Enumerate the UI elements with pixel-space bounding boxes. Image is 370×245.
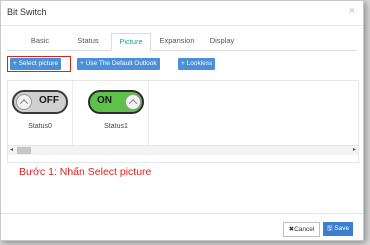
cancel-button[interactable]: ✖Cancel [283,222,320,237]
toggle-text: ON [97,95,112,106]
toggle-off-image: OFF [12,90,68,114]
save-button[interactable]: 🖫 Save [323,222,353,236]
status-label: Status0 [28,123,52,130]
knob-icon [125,94,141,110]
instruction-text: Bước 1: Nhấn Select picture [19,166,152,178]
close-icon[interactable]: × [349,5,355,17]
dialog-footer: ✖Cancel 🖫 Save [1,213,363,241]
toggle-text: OFF [39,95,59,106]
scroll-right-icon[interactable]: ▸ [353,146,356,155]
tab-display[interactable]: Display [207,33,237,49]
knob-icon [16,94,32,110]
select-picture-button[interactable]: + Select picture [10,58,61,70]
status-label: Status1 [104,123,128,130]
tab-basic[interactable]: Basic [25,33,55,49]
scroll-thumb[interactable] [17,147,31,154]
title-bar: Bit Switch × [1,1,363,26]
picture-preview-area: OFF Status0 ON Status1 ◂ ▸ [7,80,359,163]
status-cell[interactable]: ON Status1 [84,81,149,145]
dialog-title: Bit Switch [7,7,47,17]
lookless-button[interactable]: + Lookless [178,58,216,70]
use-default-outlook-button[interactable]: + Use The Default Outlook [77,58,160,70]
tab-expansion[interactable]: Expansion [157,33,197,49]
toggle-on-image: ON [88,90,144,114]
tab-picture[interactable]: Picture [111,33,151,51]
tab-bar: Basic Status Picture Expansion Display [7,33,357,51]
tab-status[interactable]: Status [73,33,103,49]
horizontal-scrollbar[interactable]: ◂ ▸ [8,145,358,155]
bit-switch-dialog: Bit Switch × Basic Status Picture Expans… [0,0,364,241]
status-cell[interactable]: OFF Status0 [8,81,73,145]
scroll-left-icon[interactable]: ◂ [10,146,13,155]
